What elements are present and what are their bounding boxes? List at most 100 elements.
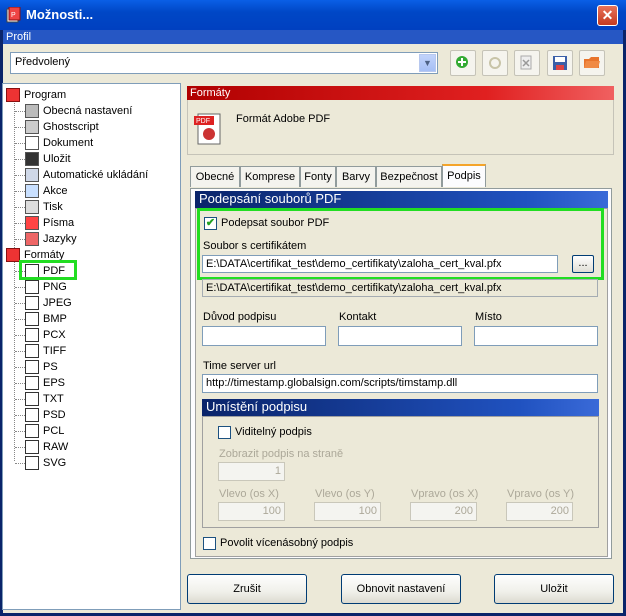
tree-line	[15, 239, 25, 240]
tree-item-program-7[interactable]: Písma	[25, 215, 74, 231]
tree-item-label: PCL	[43, 425, 65, 437]
svg-text:P: P	[11, 12, 16, 19]
file-format-icon	[25, 456, 39, 471]
left-x-label: Vlevo (os X)	[219, 488, 279, 500]
contact-input[interactable]	[338, 326, 462, 346]
tree-item-program-2[interactable]: Dokument	[25, 135, 93, 151]
tree-item-format-9[interactable]: PSD	[25, 407, 66, 423]
save-profile-button[interactable]	[547, 50, 573, 76]
format-name: Formát Adobe PDF	[236, 113, 331, 125]
placement-group-title: Umístění podpisu	[202, 399, 599, 416]
tree-item-format-1[interactable]: PNG	[25, 279, 67, 295]
tree-item-format-5[interactable]: TIFF	[25, 343, 66, 359]
sign-pdf-checkbox[interactable]: ✔	[204, 217, 217, 230]
tree-item-format-6[interactable]: PS	[25, 359, 58, 375]
cert-file-input[interactable]: E:\DATA\certifikat_test\demo_certifikaty…	[202, 255, 558, 273]
file-format-icon	[25, 440, 39, 455]
tree-item-label: Dokument	[43, 137, 94, 149]
tree-item-program-5[interactable]: Akce	[25, 183, 67, 199]
tree-item-format-11[interactable]: RAW	[25, 439, 68, 455]
tree-item-format-4[interactable]: PCX	[25, 327, 66, 343]
file-format-icon	[25, 376, 39, 391]
profile-settings-button[interactable]	[482, 50, 508, 76]
tree-item-format-3[interactable]: BMP	[25, 311, 67, 327]
tree-item-format-2[interactable]: JPEG	[25, 295, 72, 311]
tree-line	[15, 303, 25, 304]
pdf-highlight-box	[19, 260, 77, 280]
right-y-input[interactable]: 200	[506, 502, 573, 521]
left-y-input[interactable]: 100	[314, 502, 381, 521]
app-icon: P	[6, 6, 22, 23]
save-button[interactable]: Uložit	[494, 574, 614, 604]
tree-item-label: Uložit	[43, 153, 71, 165]
file-format-icon	[25, 424, 39, 439]
save-icon	[553, 56, 567, 70]
location-label: Místo	[475, 311, 502, 323]
delete-profile-button[interactable]	[514, 50, 540, 76]
profile-select[interactable]: Předvolený ▼	[10, 52, 438, 74]
file-format-icon	[25, 296, 39, 311]
program-icon	[6, 88, 20, 103]
tree-item-program-4[interactable]: Automatické ukládání	[25, 167, 148, 183]
tab-compression[interactable]: Komprese	[240, 166, 300, 187]
tree-item-program-1[interactable]: Ghostscript	[25, 119, 99, 135]
sign-pdf-label: Podepsat soubor PDF	[221, 217, 330, 229]
open-profile-button[interactable]	[579, 50, 605, 76]
file-format-icon	[25, 360, 39, 375]
tree-line	[15, 415, 25, 416]
reset-settings-button[interactable]: Obnovit nastavení	[341, 574, 461, 604]
file-format-icon	[25, 312, 39, 327]
tree-item-format-10[interactable]: PCL	[25, 423, 64, 439]
tree-line	[15, 287, 25, 288]
tree-item-label: Tisk	[43, 201, 63, 213]
add-profile-button[interactable]	[450, 50, 476, 76]
tree-item-format-8[interactable]: TXT	[25, 391, 64, 407]
signature-tab-panel: Podepsání souborů PDF ✔ Podepsat soubor …	[190, 188, 612, 559]
tree-item-program[interactable]: Program	[6, 87, 66, 103]
timeserver-input[interactable]: http://timestamp.globalsign.com/scripts/…	[202, 374, 598, 393]
file-format-icon	[25, 344, 39, 359]
settings-tree[interactable]: Program Obecná nastavení Ghostscript Dokum…	[2, 83, 181, 610]
multi-sign-checkbox[interactable]	[203, 537, 216, 550]
cancel-button[interactable]: Zrušit	[187, 574, 307, 604]
tree-item-label: PSD	[43, 409, 66, 421]
tree-item-program-8[interactable]: Jazyky	[25, 231, 77, 247]
tree-item-format-7[interactable]: EPS	[25, 375, 65, 391]
tree-node-icon	[25, 120, 39, 135]
right-x-label: Vpravo (os X)	[411, 488, 479, 500]
tab-colors[interactable]: Barvy	[336, 166, 376, 187]
tree-item-program-0[interactable]: Obecná nastavení	[25, 103, 132, 119]
chevron-down-icon[interactable]: ▼	[419, 54, 436, 72]
close-button[interactable]: ✕	[597, 5, 618, 26]
location-input[interactable]	[474, 326, 598, 346]
tree-line	[15, 367, 25, 368]
tree-item-label: EPS	[43, 377, 66, 389]
title-bar[interactable]: P Možnosti... ✕	[0, 0, 626, 30]
tree-item-label: Ghostscript	[43, 121, 99, 133]
tree-item-label: Obecná nastavení	[43, 105, 133, 117]
tree-item-program-3[interactable]: Uložit	[25, 151, 71, 167]
tree-node-icon	[25, 136, 39, 151]
svg-text:PDF: PDF	[196, 118, 210, 125]
tree-item-program-6[interactable]: Tisk	[25, 199, 63, 215]
file-format-icon	[25, 280, 39, 295]
left-x-input[interactable]: 100	[218, 502, 285, 521]
tree-item-label: PNG	[43, 281, 67, 293]
panel-header: Formáty	[187, 86, 614, 100]
right-y-label: Vpravo (os Y)	[507, 488, 575, 500]
reason-input[interactable]	[202, 326, 326, 346]
browse-cert-button[interactable]: ...	[572, 255, 594, 273]
tree-item-format-12[interactable]: SVG	[25, 455, 66, 471]
visible-signature-checkbox[interactable]	[218, 426, 231, 439]
page-number-input[interactable]: 1	[218, 462, 285, 481]
tree-item-label: RAW	[43, 441, 69, 453]
cert-file-label: Soubor s certifikátem	[203, 240, 307, 252]
tab-fonts[interactable]: Fonty	[300, 166, 336, 187]
tab-general[interactable]: Obecné	[190, 166, 240, 187]
right-x-input[interactable]: 200	[410, 502, 477, 521]
tab-security[interactable]: Bezpečnost	[376, 166, 442, 187]
tree-line	[15, 447, 25, 448]
tab-signature[interactable]: Podpis	[442, 164, 486, 187]
tree-line	[15, 159, 25, 160]
tree-item-label: SVG	[43, 457, 67, 469]
